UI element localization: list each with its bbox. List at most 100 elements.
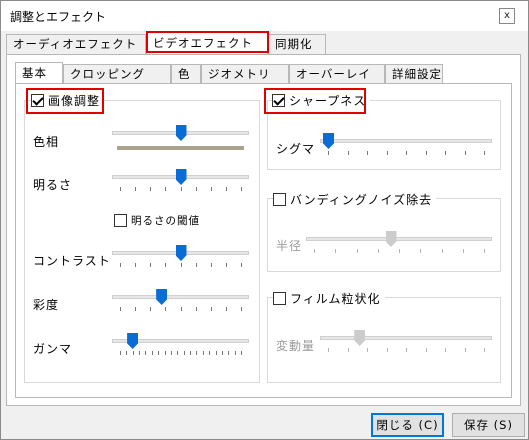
slider-tick [367, 348, 368, 352]
slider-tick [484, 249, 485, 253]
slider-tick [399, 249, 400, 253]
hue-color-bar [117, 146, 244, 150]
slider-tick [210, 187, 212, 191]
radius-slider[interactable] [306, 231, 492, 253]
radius-slider-track [306, 237, 492, 241]
highlight-video-effects-tab [146, 31, 269, 53]
slider-tick [165, 187, 167, 191]
hue-slider[interactable] [112, 125, 249, 147]
slider-tick [386, 151, 388, 155]
gamma-slider-thumb[interactable] [127, 333, 139, 349]
tab-overlay[interactable]: オーバーレイ [289, 64, 385, 84]
slider-tick [150, 187, 152, 191]
slider-tick [347, 151, 349, 155]
saturation-slider[interactable] [112, 289, 249, 311]
slider-tick [241, 307, 242, 311]
gamma-slider[interactable] [112, 333, 249, 355]
tab-cropping[interactable]: クロッピング [63, 64, 171, 84]
brightness-threshold-label: 明るさの閾値 [131, 215, 200, 227]
tab-advanced[interactable]: 詳細設定 [385, 64, 443, 84]
slider-tick [120, 351, 121, 355]
slider-tick [406, 151, 407, 155]
slider-tick [406, 348, 407, 352]
saturation-slider-thumb[interactable] [156, 289, 168, 305]
radius-slider-ticks [306, 249, 492, 253]
brightness-threshold-checkbox-box[interactable] [114, 214, 127, 227]
tab-sync[interactable]: 同期化 [268, 34, 326, 54]
slider-tick [225, 263, 227, 267]
film-grain-label: フィルム粒状化 [290, 292, 381, 306]
slider-tick [314, 249, 315, 253]
saturation-label: 彩度 [33, 298, 60, 312]
slider-tick [420, 249, 422, 253]
banding-label: バンディングノイズ除去 [290, 193, 433, 207]
slider-tick [180, 187, 182, 191]
hue-slider-thumb[interactable] [175, 125, 187, 141]
slider-tick [165, 263, 167, 267]
slider-tick [164, 351, 166, 355]
sigma-slider-track [320, 139, 492, 143]
slider-tick [195, 307, 197, 311]
slider-tick [356, 249, 358, 253]
brightness-slider[interactable] [112, 169, 249, 191]
slider-tick [225, 187, 227, 191]
radius-label: 半径 [276, 239, 303, 253]
save-button[interactable]: 保存 (S) [452, 413, 525, 437]
slider-tick [135, 187, 137, 191]
slider-tick [335, 249, 337, 253]
slider-tick [180, 263, 182, 267]
brightness-slider-thumb[interactable] [175, 169, 187, 185]
banding-checkbox[interactable]: バンディングノイズ除去 [273, 191, 437, 208]
slider-tick [120, 187, 121, 191]
contrast-slider-thumb[interactable] [175, 245, 187, 261]
gamma-slider-ticks [112, 351, 249, 355]
slider-tick [158, 351, 160, 355]
variance-label: 変動量 [276, 339, 316, 353]
slider-tick [241, 351, 242, 355]
brightness-threshold-checkbox[interactable]: 明るさの閾値 [114, 213, 204, 228]
film-grain-checkbox-box[interactable] [273, 292, 286, 305]
highlight-image-adjust [26, 88, 104, 114]
close-window-button[interactable]: x [499, 8, 515, 24]
slider-tick [445, 348, 446, 352]
variance-slider[interactable] [320, 330, 492, 352]
slider-tick [180, 307, 182, 311]
slider-tick [183, 351, 185, 355]
tab-geometry[interactable]: ジオメトリ [201, 64, 289, 84]
slider-tick [195, 187, 197, 191]
tab-basic[interactable]: 基本 [15, 62, 63, 84]
slider-tick [225, 307, 227, 311]
contrast-label: コントラスト [33, 254, 111, 268]
slider-tick [241, 187, 242, 191]
window-title: 調整とエフェクト [10, 10, 107, 24]
tab-audio-effects[interactable]: オーディオエフェクト [6, 34, 146, 54]
sigma-slider-thumb[interactable] [323, 133, 334, 149]
slider-tick [441, 249, 443, 253]
slider-tick [347, 348, 349, 352]
sigma-slider[interactable] [320, 133, 492, 155]
slider-tick [202, 351, 204, 355]
radius-slider-thumb[interactable] [385, 231, 397, 247]
slider-tick [135, 263, 137, 267]
slider-tick [328, 151, 329, 155]
slider-tick [150, 263, 152, 267]
contrast-slider[interactable] [112, 245, 249, 267]
slider-tick [425, 151, 427, 155]
contrast-slider-ticks [112, 263, 249, 267]
slider-tick [135, 307, 137, 311]
saturation-slider-ticks [112, 307, 249, 311]
film-grain-checkbox[interactable]: フィルム粒状化 [273, 290, 385, 307]
close-button[interactable]: 閉じる (C) [371, 413, 444, 437]
tab-color[interactable]: 色 [171, 64, 201, 84]
title-bar: 調整とエフェクト x [1, 1, 528, 31]
slider-tick [126, 351, 128, 355]
slider-tick [151, 351, 153, 355]
slider-tick [425, 348, 427, 352]
slider-tick [150, 307, 152, 311]
banding-checkbox-box[interactable] [273, 193, 286, 206]
variance-slider-ticks [320, 348, 492, 352]
slider-tick [139, 351, 141, 355]
variance-slider-thumb[interactable] [354, 330, 366, 346]
slider-tick [464, 348, 466, 352]
variance-slider-track [320, 336, 492, 340]
